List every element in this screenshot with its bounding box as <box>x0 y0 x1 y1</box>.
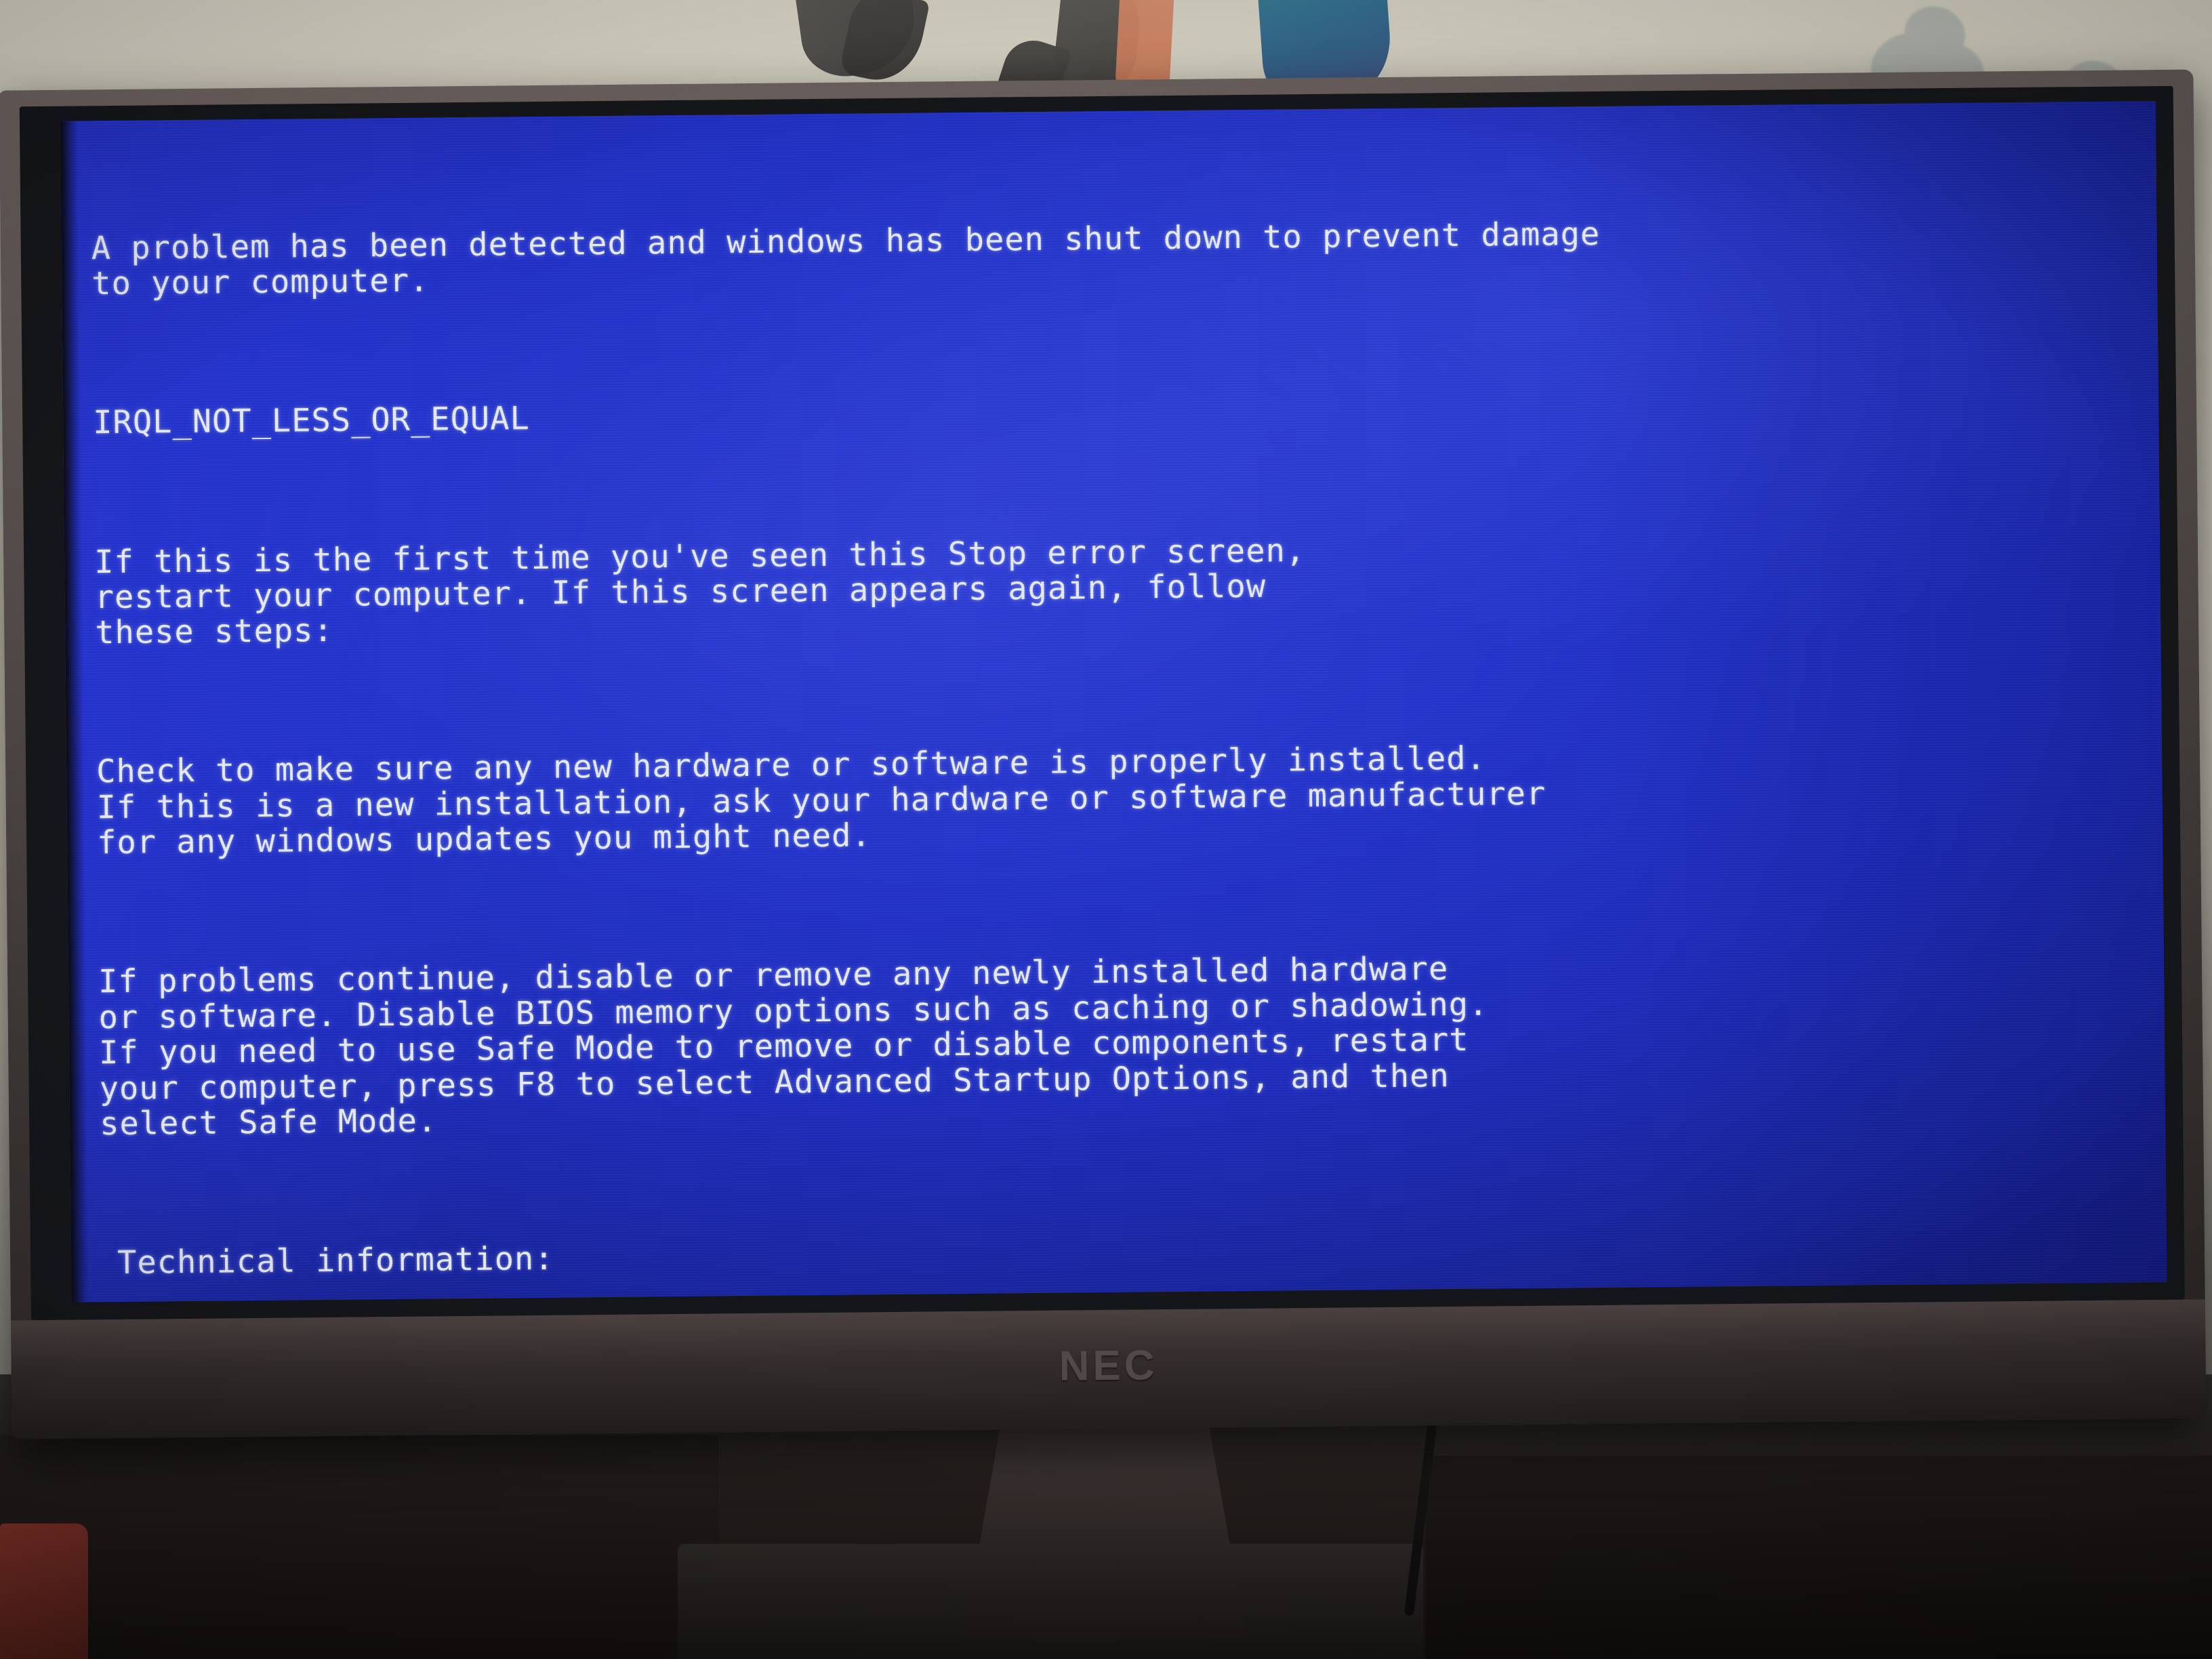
bsod-technical-heading: Technical information: <box>117 1240 554 1282</box>
monitor-stand <box>962 1416 1247 1640</box>
poster-shape <box>1115 0 1176 89</box>
photograph-of-monitor: A problem has been detected and windows … <box>0 0 2212 1659</box>
monitor-bezel: A problem has been detected and windows … <box>19 85 2185 1321</box>
computer-monitor: A problem has been detected and windows … <box>0 69 2207 1439</box>
red-object-on-desk <box>0 1523 88 1659</box>
poster-shape <box>838 0 930 89</box>
monitor-bottom-bezel: NEC <box>10 1299 2207 1439</box>
desk-shadow-right <box>1426 1456 2212 1659</box>
bsod-error-code: IRQL_NOT_LESS_OR_EQUAL <box>92 400 531 442</box>
bsod-screen[interactable]: A problem has been detected and windows … <box>60 101 2167 1303</box>
bsod-message-text: A problem has been detected and windows … <box>60 101 2167 1303</box>
desk-shadow-left <box>0 1435 718 1659</box>
monitor-brand-logo: NEC <box>1059 1342 1158 1390</box>
